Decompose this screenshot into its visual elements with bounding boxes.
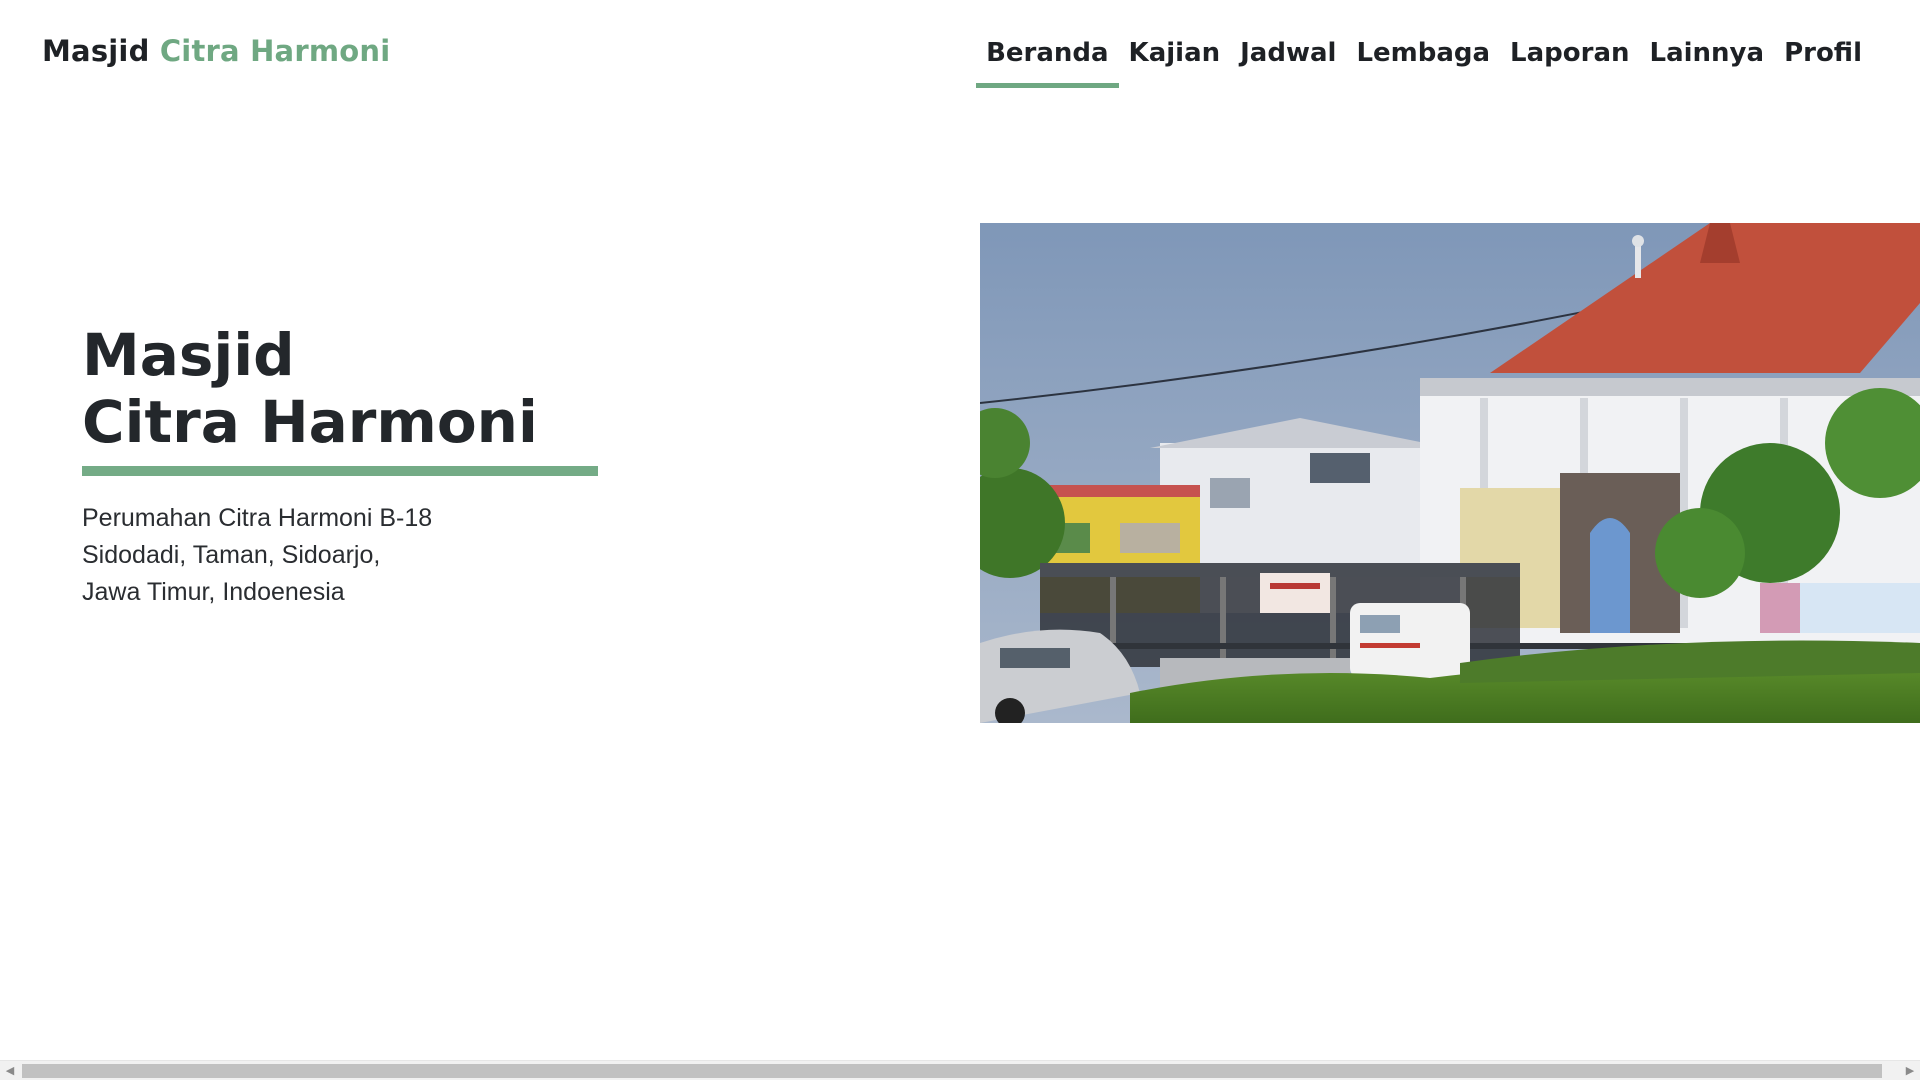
brand-logo[interactable]: Masjid Citra Harmoni	[42, 34, 390, 68]
scroll-right-arrow-icon[interactable]: ▶	[1900, 1061, 1920, 1081]
scroll-left-arrow-icon[interactable]: ◀	[0, 1061, 20, 1081]
hero-divider	[82, 466, 598, 476]
nav-item-kajian[interactable]: Kajian	[1119, 36, 1231, 88]
hero-address: Perumahan Citra Harmoni B-18 Sidodadi, T…	[82, 500, 622, 611]
mosque-photo	[980, 223, 1920, 723]
nav-item-laporan[interactable]: Laporan	[1500, 36, 1639, 88]
scrollbar-thumb[interactable]	[22, 1064, 1882, 1078]
nav-item-beranda[interactable]: Beranda	[976, 36, 1120, 88]
nav-item-jadwal[interactable]: Jadwal	[1230, 36, 1346, 88]
main-nav: Beranda Kajian Jadwal Lembaga Laporan La…	[976, 36, 1872, 88]
hero-title: Masjid Citra Harmoni	[82, 322, 622, 456]
brand-main-text: Masjid	[42, 34, 150, 68]
nav-item-lainnya[interactable]: Lainnya	[1640, 36, 1775, 88]
brand-accent-text: Citra Harmoni	[159, 34, 391, 68]
hero-title-line-2: Citra Harmoni	[82, 388, 538, 456]
hero-title-line-1: Masjid	[82, 321, 295, 389]
nav-item-lembaga[interactable]: Lembaga	[1346, 36, 1500, 88]
address-line-1: Perumahan Citra Harmoni B-18	[82, 504, 433, 532]
hero-section: Masjid Citra Harmoni Perumahan Citra Har…	[82, 322, 622, 611]
site-header: Masjid Citra Harmoni Beranda Kajian Jadw…	[0, 0, 1920, 110]
address-line-2: Sidodadi, Taman, Sidoarjo,	[82, 541, 381, 569]
address-line-3: Jawa Timur, Indoenesia	[82, 578, 345, 606]
horizontal-scrollbar[interactable]: ◀ ▶	[0, 1060, 1920, 1080]
nav-item-profil[interactable]: Profil	[1774, 36, 1872, 88]
